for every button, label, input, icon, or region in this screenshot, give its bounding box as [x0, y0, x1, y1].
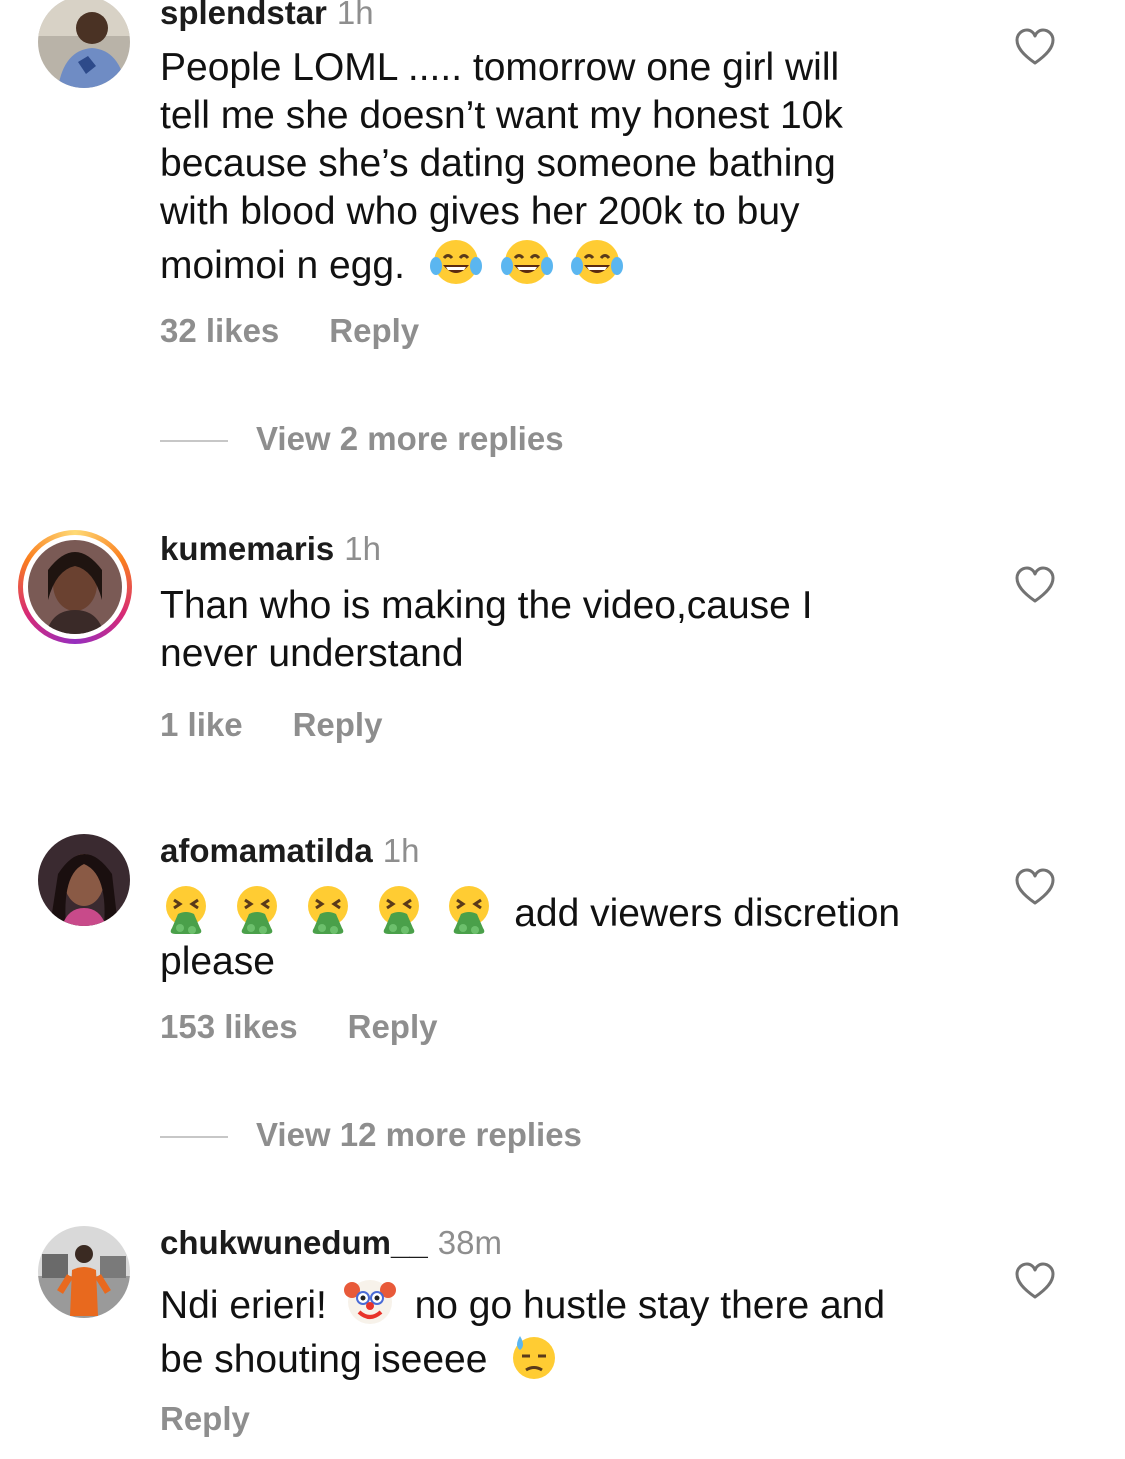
comment-text: Ndi erieri! no go hustle stay there and … — [160, 1276, 960, 1384]
comment-text: People LOML ..... tomorrow one girl will… — [160, 44, 960, 290]
avatar[interactable] — [38, 1226, 130, 1318]
vomiting-face-emoji — [236, 886, 277, 934]
comment-line: please — [160, 940, 275, 983]
vomiting-face-emoji — [307, 886, 348, 934]
comment-line: because she’s dating someone bathing — [160, 142, 836, 185]
comment-meta: Reply — [160, 1400, 250, 1438]
comment-line: be shouting iseeee — [160, 1330, 960, 1384]
avatar — [28, 540, 122, 634]
reply-button[interactable]: Reply — [160, 1400, 250, 1437]
heart-outline-icon[interactable] — [1014, 566, 1056, 604]
username[interactable]: splendstar 1h — [160, 0, 374, 32]
reply-button[interactable]: Reply — [329, 312, 419, 349]
timestamp: 1h — [344, 530, 381, 567]
avatar-story-ring[interactable] — [18, 530, 132, 644]
avatar[interactable] — [38, 834, 130, 926]
comment-line: moimoi n egg. — [160, 236, 960, 290]
heart-outline-icon[interactable] — [1014, 1262, 1056, 1300]
timestamp: 38m — [437, 1224, 502, 1261]
tears-of-joy-emoji — [571, 240, 624, 284]
comment-meta: 32 likes Reply — [160, 312, 419, 350]
username[interactable]: kumemaris 1h — [160, 530, 381, 568]
comment-text: Than who is making the video,cause I nev… — [160, 582, 960, 678]
vomiting-face-emoji — [166, 886, 206, 934]
username[interactable]: afomamatilda 1h — [160, 832, 419, 870]
downcast-face-with-sweat-emoji — [513, 1336, 556, 1379]
heart-outline-icon[interactable] — [1014, 868, 1056, 906]
like-count[interactable]: 1 like — [160, 706, 243, 743]
comment-meta: 153 likes Reply — [160, 1008, 438, 1046]
comment-line: tell me she doesn’t want my honest 10k — [160, 94, 843, 137]
username[interactable]: chukwunedum__ 38m — [160, 1224, 502, 1262]
comment-line: with blood who gives her 200k to buy — [160, 190, 800, 233]
divider — [160, 440, 228, 443]
comment-meta: 1 like Reply — [160, 706, 382, 744]
clown-face-emoji — [343, 1280, 396, 1324]
like-count[interactable]: 32 likes — [160, 312, 279, 349]
comment-line: add viewers discretion — [160, 884, 960, 938]
reply-button[interactable]: Reply — [293, 706, 383, 743]
timestamp: 1h — [382, 832, 420, 869]
comment-line: Than who is making the video,cause I — [160, 584, 813, 627]
tears-of-joy-emoji — [500, 240, 553, 284]
tears-of-joy-emoji — [429, 240, 482, 284]
comment-line: People LOML ..... tomorrow one girl will — [160, 46, 840, 89]
vomiting-face-emoji — [449, 886, 490, 934]
comment-line: never understand — [160, 632, 464, 675]
vomiting-face-emoji — [378, 886, 419, 934]
reply-button[interactable]: Reply — [348, 1008, 438, 1045]
comment-text: add viewers discretion please — [160, 884, 960, 986]
view-more-replies[interactable]: View 2 more replies — [160, 420, 564, 458]
avatar[interactable] — [38, 0, 130, 88]
like-count[interactable]: 153 likes — [160, 1008, 298, 1045]
comment-line: Ndi erieri! no go hustle stay there and — [160, 1276, 960, 1330]
view-more-replies[interactable]: View 12 more replies — [160, 1116, 582, 1154]
timestamp: 1h — [336, 0, 374, 31]
divider — [160, 1136, 228, 1139]
heart-outline-icon[interactable] — [1014, 28, 1056, 66]
